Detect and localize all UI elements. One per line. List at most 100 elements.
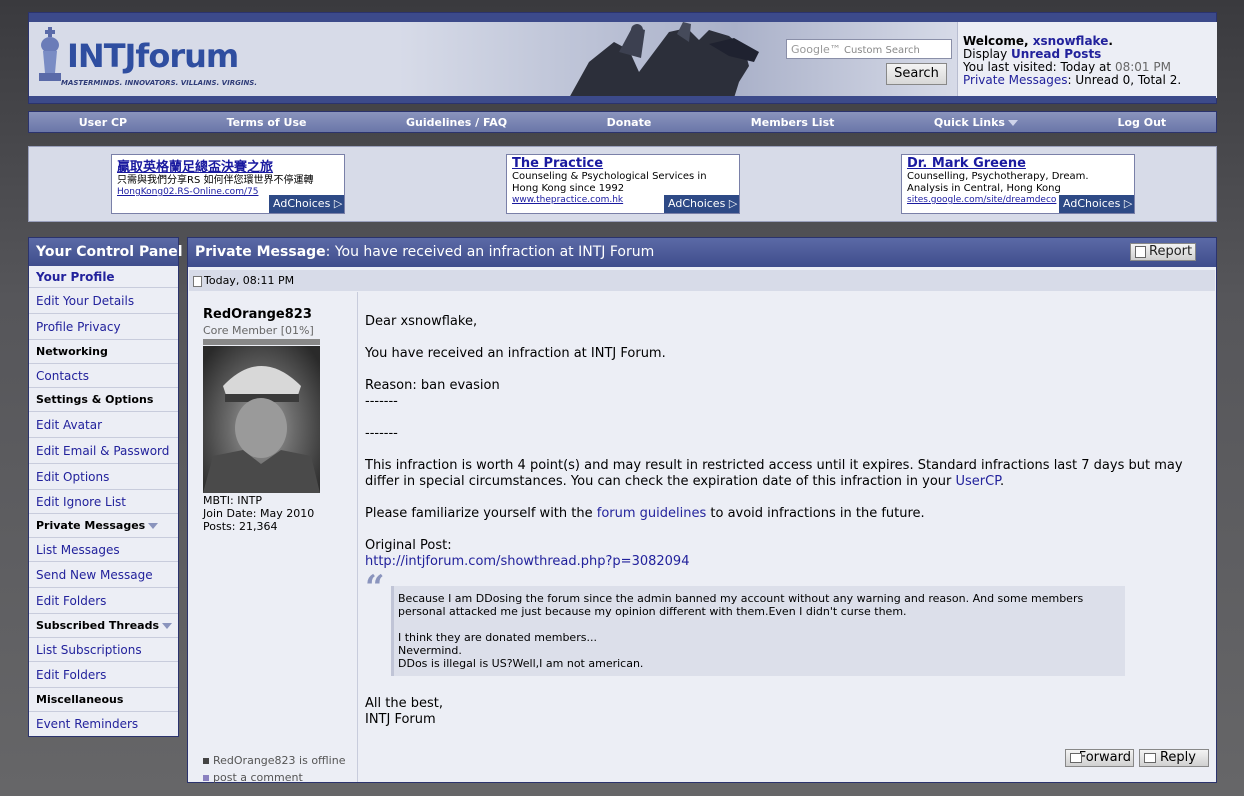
private-message-panel: Private Message: You have received an in… [187,237,1217,786]
author-join-date: Join Date: May 2010 [203,507,315,520]
adchoices-button[interactable]: AdChoices ▷ [269,195,344,213]
unread-posts-link[interactable]: Unread Posts [1011,47,1101,61]
sidebar-item-edit-details[interactable]: Edit Your Details [29,288,178,314]
username-link[interactable]: xsnowflake [1033,34,1109,48]
infraction-text: This infraction is worth 4 point(s) and … [365,458,1183,489]
site-logo[interactable]: INTJforum MASTERMINDS. INNOVATORS. VILLA… [35,27,257,89]
nav-guidelines-faq[interactable]: Guidelines / FAQ [406,116,507,129]
nav-log-out[interactable]: Log Out [1117,116,1166,129]
quote-line: Because I am DDosing the forum since the… [398,592,1084,618]
ad-unit[interactable]: Dr. Mark Greene Counselling, Psychothera… [901,154,1135,214]
sidebar-category-miscellaneous: Miscellaneous [29,688,178,712]
adchoices-button[interactable]: AdChoices ▷ [1059,195,1134,213]
author-details: MBTI: INTP Join Date: May 2010 Posts: 21… [203,494,314,533]
adchoices-label: AdChoices [1063,197,1121,210]
sidebar-title: Your Control Panel [29,238,183,266]
quote-mark-icon: “ [365,568,385,608]
sidebar-item-list-messages[interactable]: List Messages [29,538,178,562]
chevron-down-icon [148,523,159,529]
forward-icon [1070,753,1082,763]
document-icon [193,275,202,287]
reply-icon [1144,753,1156,763]
author-rank: Core Member [01%] [203,324,314,337]
nav-donate[interactable]: Donate [607,116,652,129]
offline-status: RedOrange823 is offline [203,752,345,769]
ad-title[interactable]: The Practice [512,156,734,171]
message-header-title: : You have received an infraction at INT… [325,244,655,260]
ad-unit[interactable]: The Practice Counseling & Psychological … [506,154,740,214]
site-header: INTJforum MASTERMINDS. INNOVATORS. VILLA… [28,12,1217,104]
sidebar-item-list-subscriptions[interactable]: List Subscriptions [29,638,178,662]
nav-bar: User CP Terms of Use Guidelines / FAQ Do… [28,111,1217,133]
signoff-name: INTJ Forum [365,712,436,727]
message-line1: You have received an infraction at INTJ … [365,346,666,361]
welcome-suffix: . [1108,34,1113,48]
ad-title[interactable]: Dr. Mark Greene [907,156,1129,171]
nav-terms-of-use[interactable]: Terms of Use [227,116,307,129]
signoff-line: All the best, [365,696,443,711]
logo-wordmark: INTJforum [67,37,239,75]
familiarize-prefix: Please familiarize yourself with the [365,506,597,521]
sidebar-item-edit-ignore-list[interactable]: Edit Ignore List [29,490,178,514]
sidebar-item-contacts[interactable]: Contacts [29,364,178,388]
chevron-down-icon [1007,119,1018,126]
ad-title[interactable]: 贏取英格蘭足總盃決賽之旅 [117,156,339,175]
message-greeting: Dear xsnowflake, [365,314,478,329]
chevron-down-icon [162,623,172,629]
message-date-bar: Today, 08:11 PM [189,270,1215,291]
google-brand-label: Google™ [791,43,841,56]
forum-guidelines-link[interactable]: forum guidelines [597,506,707,521]
sidebar-item-profile-privacy[interactable]: Profile Privacy [29,314,178,340]
ad-unit[interactable]: 贏取英格蘭足總盃決賽之旅 只需與我們分享RS 如何伴您環世界不停運轉 HongK… [111,154,345,214]
ad-bar: 贏取英格蘭足總盃決賽之旅 只需與我們分享RS 如何伴您環世界不停運轉 HongK… [28,146,1217,222]
logo-tagline: MASTERMINDS. INNOVATORS. VILLAINS. VIRGI… [61,79,257,87]
sidebar-item-your-profile[interactable]: Your Profile [29,266,178,288]
message-separator: ------- [365,426,398,441]
nav-quick-links: Quick Links [933,115,1005,129]
report-button[interactable]: Report [1130,243,1196,261]
display-prefix: Display [963,47,1012,61]
sidebar-item-edit-email-password[interactable]: Edit Email & Password [29,438,178,464]
message-separator: ------- [365,394,398,409]
sidebar-category-networking: Networking [29,340,178,364]
report-label: Report [1149,244,1193,259]
ad-description: Counseling & Psychological Services in H… [512,171,707,194]
message-reason: Reason: ban evasion [365,378,500,393]
play-icon: ▷ [728,197,738,210]
post-comment-text: post a comment [213,771,303,784]
message-header-label: Private Message [195,244,326,260]
usercp-link[interactable]: UserCP [955,474,1000,489]
last-visited-label: You last visited: Today at [963,60,1115,74]
nav-user-cp[interactable]: User CP [79,116,127,129]
sidebar-category-label: Private Messages [36,519,146,532]
header-top-bar [29,13,1216,22]
nav-members-list[interactable]: Members List [751,116,835,129]
play-icon: ▷ [1123,197,1133,210]
original-post-link[interactable]: http://intjforum.com/showthread.php?p=30… [365,554,689,569]
sidebar-item-edit-folders-sub[interactable]: Edit Folders [29,662,178,688]
post-comment-link[interactable]: post a comment [203,769,345,786]
sidebar-item-edit-folders[interactable]: Edit Folders [29,588,178,614]
sidebar-category-subscribed-threads[interactable]: Subscribed Threads [29,614,178,638]
sidebar-item-edit-avatar[interactable]: Edit Avatar [29,412,178,438]
sidebar-item-edit-options[interactable]: Edit Options [29,464,178,490]
author-mbti: MBTI: INTP [203,494,263,507]
sidebar-item-send-new-message[interactable]: Send New Message [29,562,178,588]
offline-icon [203,758,209,764]
search-button[interactable]: Search [886,63,947,85]
private-messages-link[interactable]: Private Messages [963,73,1068,87]
forward-button[interactable]: Forward [1065,749,1134,767]
author-status: RedOrange823 is offline post a comment [203,752,345,786]
nav-quick-links-wrap[interactable]: Quick Links [934,116,1018,129]
last-visited-time: 08:01 PM [1114,60,1171,74]
familiarize-suffix: to avoid infractions in the future. [706,506,925,521]
author-name[interactable]: RedOrange823 [203,307,312,322]
welcome-prefix: Welcome, [963,34,1033,48]
search-input[interactable]: Google™ Custom Search [786,39,952,59]
adchoices-button[interactable]: AdChoices ▷ [664,195,739,213]
reply-button[interactable]: Reply [1139,749,1209,767]
sidebar-category-private-messages[interactable]: Private Messages [29,514,178,538]
sidebar-item-event-reminders[interactable]: Event Reminders [29,712,178,736]
avatar[interactable] [203,346,320,493]
